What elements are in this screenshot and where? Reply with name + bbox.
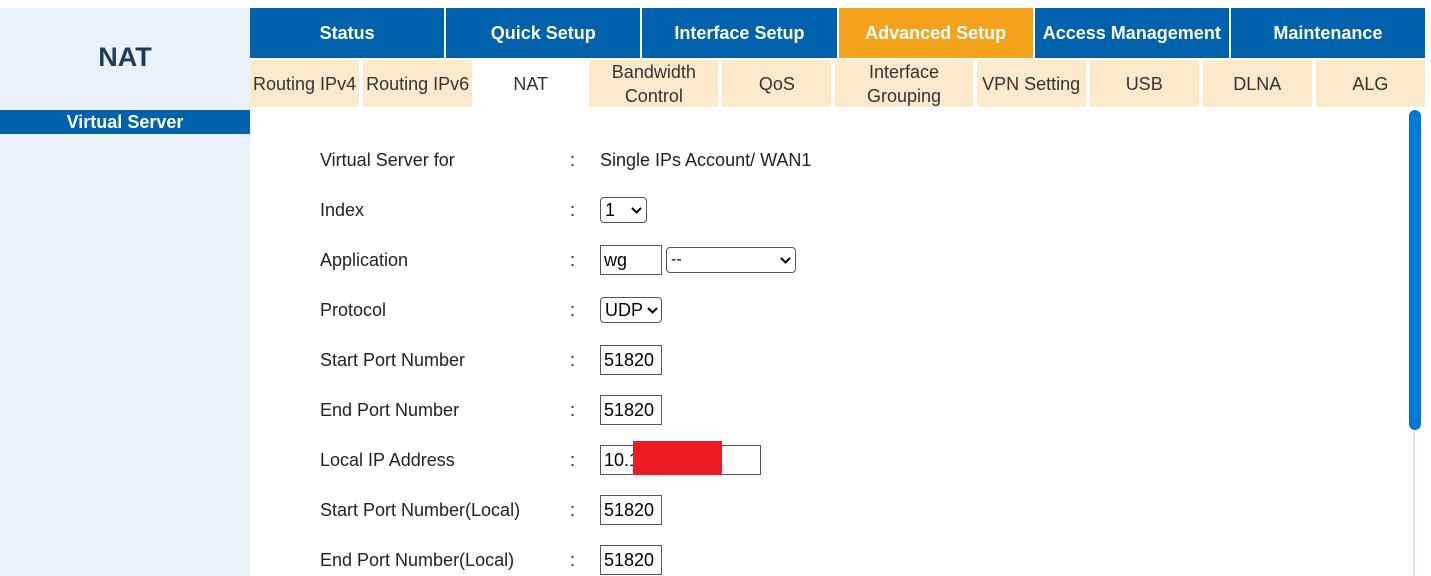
application-select[interactable]: -- <box>666 247 796 273</box>
end-port-input[interactable]: 51820 <box>600 395 662 425</box>
row-start-port-local: Start Port Number(Local) : 51820 <box>320 495 662 525</box>
chevron-down-icon <box>643 306 658 314</box>
colon: : <box>570 399 576 420</box>
label-start-port-local: Start Port Number(Local) <box>320 499 521 520</box>
start-port-input[interactable]: 51820 <box>600 345 662 375</box>
application-select-value: -- <box>671 251 682 268</box>
redaction-block <box>633 441 722 475</box>
row-local-ip: Local IP Address : 10.1 <box>320 441 761 475</box>
row-end-port-local: End Port Number(Local) : 51820 <box>320 545 662 575</box>
tab-quick-setup[interactable]: Quick Setup <box>446 8 641 58</box>
tab-maintenance[interactable]: Maintenance <box>1230 8 1426 58</box>
label-start-port: Start Port Number <box>320 349 466 370</box>
subtab-nat[interactable]: NAT <box>476 60 586 107</box>
start-port-local-input[interactable]: 51820 <box>600 495 662 525</box>
label-end-port: End Port Number <box>320 399 460 420</box>
local-ip-input[interactable]: 10.1 <box>600 441 761 475</box>
row-end-port: End Port Number : 51820 <box>320 395 662 425</box>
virtual-server-for-value: Single IPs Account/ WAN1 <box>600 149 812 170</box>
row-index: Index : 1 <box>320 195 647 225</box>
label-end-port-local: End Port Number(Local) <box>320 549 515 570</box>
sub-nav: Routing IPv4 Routing IPv6 NAT Bandwidth … <box>250 60 1425 107</box>
sidebar: NAT Virtual Server <box>0 8 250 576</box>
application-input[interactable]: wg <box>600 245 662 275</box>
row-application: Application : wg -- <box>320 245 796 275</box>
label-index: Index <box>320 199 365 220</box>
subtab-routing-ipv4[interactable]: Routing IPv4 <box>250 60 360 107</box>
colon: : <box>570 499 576 520</box>
sidebar-title: NAT <box>98 42 152 72</box>
protocol-select[interactable]: UDP <box>600 297 662 323</box>
sidebar-item-virtual-server[interactable]: Virtual Server <box>0 110 250 134</box>
row-protocol: Protocol : UDP <box>320 295 662 325</box>
index-select-value: 1 <box>605 199 616 220</box>
label-protocol: Protocol <box>320 299 387 320</box>
colon: : <box>570 549 576 570</box>
row-virtual-server-for: Virtual Server for : Single IPs Account/… <box>320 145 811 175</box>
chevron-down-icon <box>776 256 791 264</box>
tab-status[interactable]: Status <box>250 8 445 58</box>
label-local-ip: Local IP Address <box>320 449 455 470</box>
subtab-bandwidth-control[interactable]: Bandwidth Control <box>589 60 719 107</box>
scrollbar[interactable] <box>1409 110 1425 576</box>
tab-advanced-setup[interactable]: Advanced Setup <box>838 8 1033 58</box>
subtab-routing-ipv6[interactable]: Routing IPv6 <box>363 60 473 107</box>
end-port-local-input[interactable]: 51820 <box>600 545 662 575</box>
row-start-port: Start Port Number : 51820 <box>320 345 662 375</box>
colon: : <box>570 149 576 170</box>
label-application: Application <box>320 249 409 270</box>
chevron-down-icon <box>627 206 642 214</box>
colon: : <box>570 349 576 370</box>
subtab-vpn-setting[interactable]: VPN Setting <box>976 60 1086 107</box>
main-nav: Status Quick Setup Interface Setup Advan… <box>250 8 1426 58</box>
virtual-server-form: Virtual Server for : Single IPs Account/… <box>250 108 1410 576</box>
tab-interface-setup[interactable]: Interface Setup <box>642 8 837 58</box>
colon: : <box>570 249 576 270</box>
scrollbar-thumb[interactable] <box>1409 110 1421 430</box>
label-virtual-server-for: Virtual Server for <box>320 149 455 170</box>
protocol-select-value: UDP <box>605 299 644 320</box>
colon: : <box>570 199 576 220</box>
index-select[interactable]: 1 <box>600 197 647 223</box>
subtab-alg[interactable]: ALG <box>1315 60 1425 107</box>
subtab-qos[interactable]: QoS <box>722 60 832 107</box>
subtab-interface-grouping[interactable]: Interface Grouping <box>835 60 973 107</box>
colon: : <box>570 299 576 320</box>
colon: : <box>570 449 576 470</box>
subtab-usb[interactable]: USB <box>1089 60 1199 107</box>
subtab-dlna[interactable]: DLNA <box>1202 60 1312 107</box>
tab-access-management[interactable]: Access Management <box>1034 8 1229 58</box>
